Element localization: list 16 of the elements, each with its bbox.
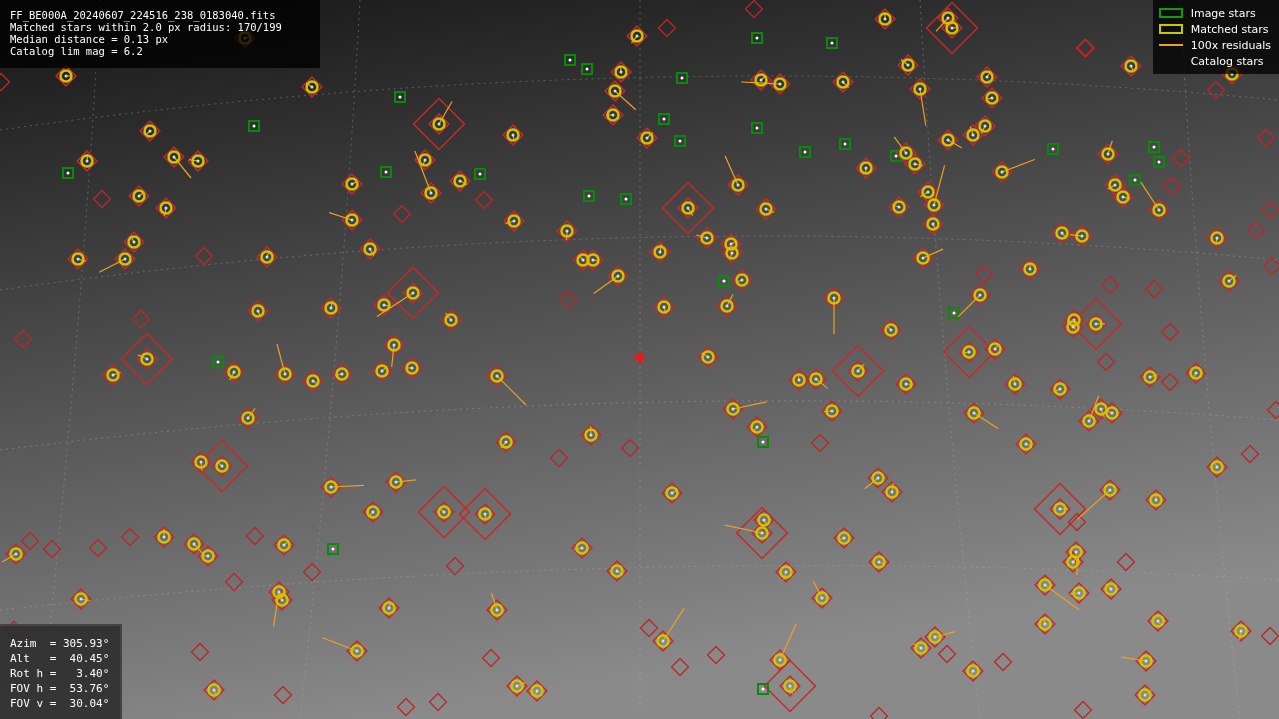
legend-label: Matched stars <box>1190 22 1269 36</box>
legend-label: Catalog stars <box>1190 54 1264 68</box>
pointing-text: Rot h = 3.40° <box>10 666 110 681</box>
legend-label: 100x residuals <box>1190 38 1271 52</box>
info-text: Catalog lim mag = 6.2 <box>10 45 143 57</box>
info-text: FF_BE000A_20240607_224516_238_0183040.fits <box>10 9 276 21</box>
legend-label: Image stars <box>1190 6 1256 20</box>
matched-star-swatch-icon <box>1158 24 1183 34</box>
image-star-swatch-icon <box>1158 8 1183 18</box>
pointing-text: FOV h = 53.76° <box>10 681 110 696</box>
pointing-text: Alt = 40.45° <box>10 651 110 666</box>
residual-line-icon <box>1158 44 1183 46</box>
pointing-text: Azim = 305.93° <box>10 636 110 651</box>
pointing-text: FOV v = 30.04° <box>10 696 110 711</box>
info-text: Median distance = 0.13 px <box>10 33 169 45</box>
info-text: Matched stars within 2.0 px radius: 170/199 <box>10 21 282 33</box>
